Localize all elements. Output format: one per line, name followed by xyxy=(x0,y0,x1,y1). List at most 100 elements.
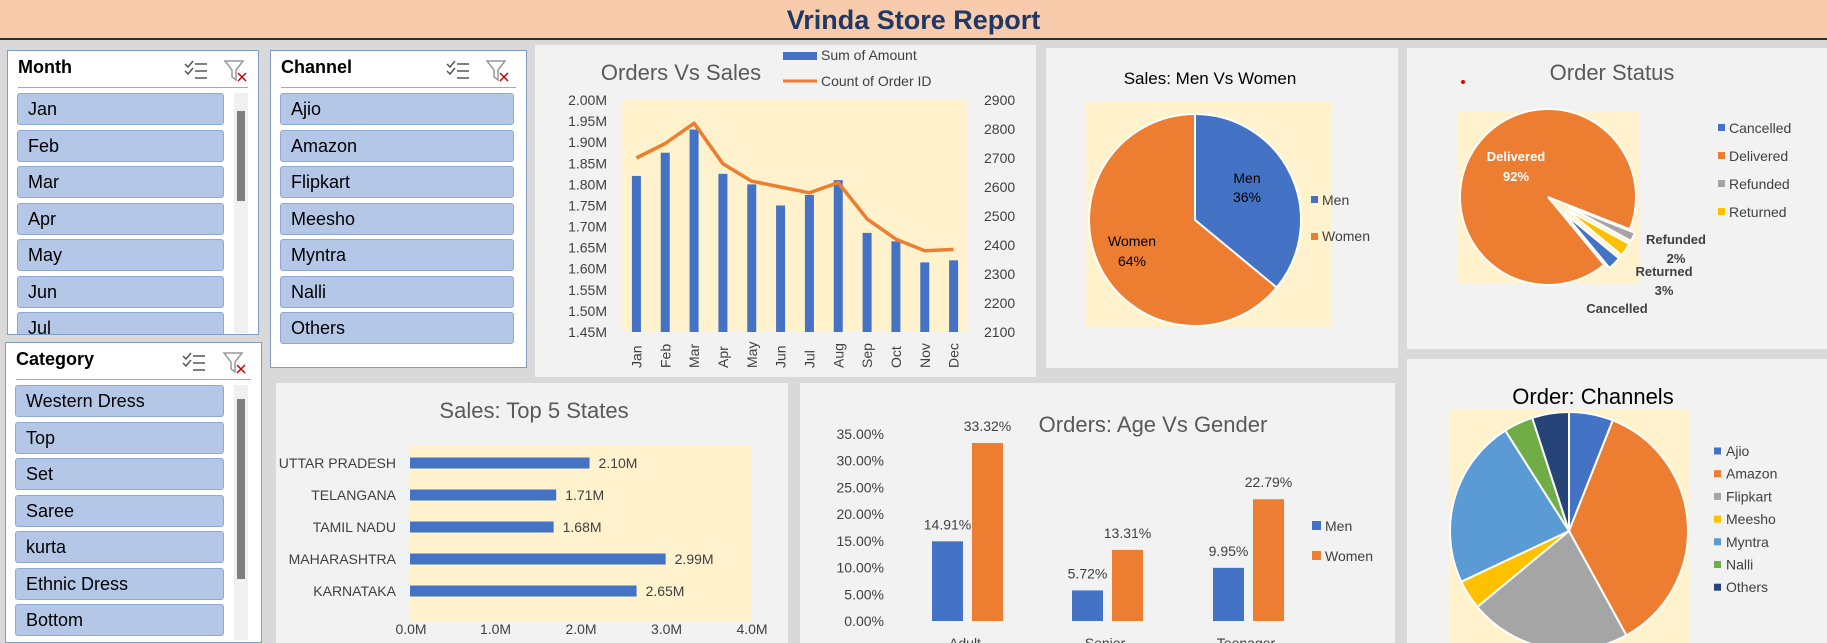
legend-label-refunded: Refunded xyxy=(1729,176,1790,192)
pie-label-returned-name: Returned xyxy=(1635,264,1692,279)
y-right-tick-label: 2100 xyxy=(984,324,1015,340)
age-data-label: 33.32% xyxy=(964,418,1011,434)
legend-swatch-meesho xyxy=(1714,515,1721,523)
state-category-label: KARNATAKA xyxy=(313,583,396,599)
sales-bar xyxy=(718,173,728,332)
orders-vs-sales-plot-area xyxy=(622,100,968,332)
x-tick-label: Jan xyxy=(628,345,644,368)
legend-label-women-age: Women xyxy=(1325,548,1373,564)
y-left-tick-label: 1.80M xyxy=(568,176,607,192)
legend-label-amazon: Amazon xyxy=(1726,466,1777,482)
y-tick-label: 20.00% xyxy=(837,506,884,522)
pie-label-delivered-value: 92% xyxy=(1503,169,1529,184)
sales-bar xyxy=(891,241,901,332)
state-data-label: 1.68M xyxy=(563,519,602,535)
age-bar-women xyxy=(1253,499,1284,621)
state-category-label: TELANGANA xyxy=(311,487,396,503)
state-category-label: UTTAR PRADESH xyxy=(279,455,396,471)
pie-label-cancelled-name: Cancelled xyxy=(1586,301,1647,316)
legend-label-cancelled: Cancelled xyxy=(1729,120,1791,136)
pie-label-men-name: Men xyxy=(1233,170,1260,186)
y-left-tick-label: 1.50M xyxy=(568,303,607,319)
legend-swatch-women-age xyxy=(1312,551,1321,560)
state-bar xyxy=(410,585,637,597)
age-bar-men xyxy=(932,541,963,621)
y-tick-label: 15.00% xyxy=(837,533,884,549)
sales-bar xyxy=(804,194,814,332)
x-tick-label: Jun xyxy=(773,345,789,368)
age-data-label: 5.72% xyxy=(1068,565,1108,581)
order-channels-title: Order: Channels xyxy=(1512,384,1673,409)
sales-bar xyxy=(920,262,930,332)
y-left-tick-label: 1.45M xyxy=(568,324,607,340)
pie-label-women-name: Women xyxy=(1108,233,1156,249)
y-left-tick-label: 1.85M xyxy=(568,155,607,171)
legend-swatch-refunded xyxy=(1718,180,1725,187)
age-data-label: 13.31% xyxy=(1104,525,1151,541)
legend-label-myntra: Myntra xyxy=(1726,534,1769,550)
legend-swatch-amazon xyxy=(1714,470,1721,478)
state-data-label: 2.65M xyxy=(646,583,685,599)
state-bar xyxy=(410,457,590,469)
legend-swatch-men xyxy=(1311,196,1318,203)
sales-bar xyxy=(949,260,959,332)
pie-label-women-value: 64% xyxy=(1118,253,1146,269)
state-bar xyxy=(410,553,666,565)
y-left-tick-label: 1.65M xyxy=(568,240,607,256)
y-right-tick-label: 2200 xyxy=(984,295,1015,311)
legend-swatch-delivered xyxy=(1718,152,1725,159)
y-left-tick-label: 2.00M xyxy=(568,92,607,108)
x-tick-label: Sep xyxy=(859,343,875,368)
sales-bar xyxy=(689,129,699,332)
legend-label-others: Others xyxy=(1726,579,1768,595)
x-tick-label: Apr xyxy=(715,346,731,368)
orders-vs-sales-title: Orders Vs Sales xyxy=(601,60,761,85)
legend-swatch-flipkart xyxy=(1714,492,1721,500)
y-tick-label: 5.00% xyxy=(844,586,884,602)
x-tick-label: Nov xyxy=(917,343,933,368)
sales-bar xyxy=(833,180,843,332)
legend-swatch-women xyxy=(1311,233,1318,240)
legend-label-flipkart: Flipkart xyxy=(1726,488,1772,504)
age-bar-men xyxy=(1213,567,1244,621)
y-tick-label: 25.00% xyxy=(837,479,884,495)
men-vs-women-title: Sales: Men Vs Women xyxy=(1124,69,1297,88)
charts-canvas: Orders Vs Sales Sales: Men Vs Women Orde… xyxy=(279,47,1791,643)
legend-label-women: Women xyxy=(1322,228,1370,244)
legend-label-meesho: Meesho xyxy=(1726,511,1776,527)
x-category-label: Adult xyxy=(949,635,981,643)
state-category-label: TAMIL NADU xyxy=(313,519,396,535)
age-data-label: 9.95% xyxy=(1209,543,1249,559)
y-right-tick-label: 2800 xyxy=(984,121,1015,137)
pie-label-men-value: 36% xyxy=(1233,189,1261,205)
y-left-tick-label: 1.70M xyxy=(568,219,607,235)
sales-bar xyxy=(631,175,641,332)
x-tick-label: Feb xyxy=(657,344,673,368)
legend-label-sum-of-amount: Sum of Amount xyxy=(821,47,917,63)
x-tick-label: 4.0M xyxy=(736,621,767,637)
x-tick-label: Mar xyxy=(686,344,702,368)
x-tick-label: Jul xyxy=(801,350,817,368)
age-gender-title: Orders: Age Vs Gender xyxy=(1039,412,1268,437)
y-left-tick-label: 1.55M xyxy=(568,282,607,298)
order-status-title: Order Status xyxy=(1550,60,1675,85)
legend-swatch-nalli xyxy=(1714,561,1721,568)
x-tick-label: 3.0M xyxy=(651,621,682,637)
y-right-tick-label: 2500 xyxy=(984,208,1015,224)
sales-bar xyxy=(862,232,872,332)
age-bar-women xyxy=(1112,549,1143,621)
state-bar xyxy=(410,521,554,533)
y-right-tick-label: 2700 xyxy=(984,150,1015,166)
legend-swatch-cancelled xyxy=(1718,124,1725,131)
pie-label-returned-value: 3% xyxy=(1655,283,1674,298)
x-tick-label: 1.0M xyxy=(480,621,511,637)
x-tick-label: Aug xyxy=(830,343,846,368)
sales-bar xyxy=(747,184,757,332)
state-data-label: 2.10M xyxy=(599,455,638,471)
state-category-label: MAHARASHTRA xyxy=(289,551,397,567)
legend-label-delivered: Delivered xyxy=(1729,148,1788,164)
y-tick-label: 10.00% xyxy=(837,560,884,576)
y-tick-label: 0.00% xyxy=(844,613,884,629)
y-left-tick-label: 1.95M xyxy=(568,113,607,129)
x-tick-label: Oct xyxy=(888,346,904,368)
